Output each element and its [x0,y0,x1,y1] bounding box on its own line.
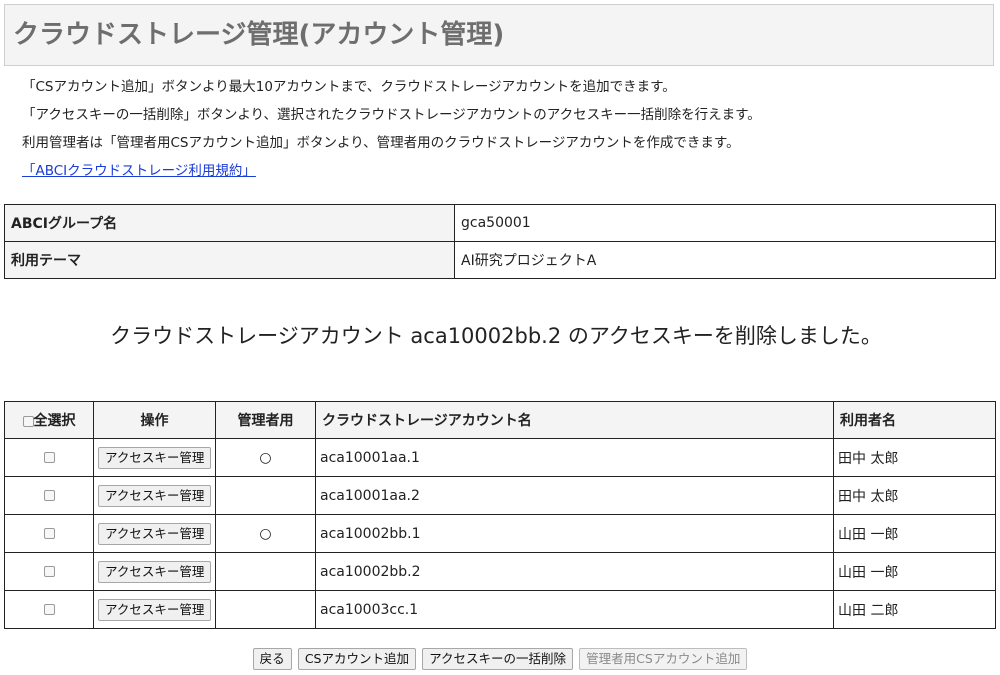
status-message: クラウドストレージアカウント aca10002bb.2 のアクセスキーを削除しま… [110,324,882,348]
intro-line-2: 「アクセスキーの一括削除」ボタンより、選択されたクラウドストレージアカウントのア… [22,107,761,123]
admin-flag: ○ [215,514,316,553]
account-header: クラウドストレージアカウント名 [315,401,834,439]
select-all-label: 全選択 [33,413,76,429]
table-row: アクセスキー管理 aca10003cc.1 山田 二郎 [4,590,996,629]
access-key-manage-button[interactable]: アクセスキー管理 [98,560,212,583]
user-name: 山田 一郎 [833,514,996,553]
group-info-table: ABCIグループ名 gca50001 利用テーマ AI研究プロジェクトA [4,204,996,279]
table-header-row: 全選択 操作 管理者用 クラウドストレージアカウント名 利用者名 [4,401,996,439]
row-checkbox[interactable] [43,566,55,577]
table-row: アクセスキー管理 aca10001aa.2 田中 太郎 [4,476,996,515]
account-name: aca10001aa.1 [315,438,834,477]
account-name: aca10002bb.2 [315,552,834,591]
footer-actions: 戻る CSアカウント追加 アクセスキーの一括削除 管理者用CSアカウント追加 [0,648,1000,670]
add-cs-account-button[interactable]: CSアカウント追加 [297,648,416,670]
accounts-table: 全選択 操作 管理者用 クラウドストレージアカウント名 利用者名 アクセスキー管… [4,401,996,629]
account-name: aca10002bb.1 [315,514,834,553]
table-row: アクセスキー管理 ○ aca10001aa.1 田中 太郎 [4,438,996,477]
user-name: 山田 二郎 [833,590,996,629]
theme-row: 利用テーマ AI研究プロジェクトA [4,241,996,279]
row-checkbox[interactable] [43,490,55,501]
page-title: クラウドストレージ管理(アカウント管理) [13,20,505,50]
access-key-manage-button[interactable]: アクセスキー管理 [98,446,212,469]
account-name: aca10003cc.1 [315,590,834,629]
user-header: 利用者名 [833,401,996,439]
terms-link[interactable]: 「ABCIクラウドストレージ利用規約」 [22,163,256,179]
table-row: アクセスキー管理 ○ aca10002bb.1 山田 一郎 [4,514,996,553]
admin-header: 管理者用 [215,401,316,439]
intro-line-1: 「CSアカウント追加」ボタンより最大10アカウントまで、クラウドストレージアカウ… [22,79,676,95]
row-checkbox[interactable] [43,528,55,539]
theme-label: 利用テーマ [4,241,455,279]
select-all-checkbox[interactable] [22,415,34,427]
add-admin-cs-account-button[interactable]: 管理者用CSアカウント追加 [579,648,748,670]
access-key-manage-button[interactable]: アクセスキー管理 [98,598,212,621]
page-header: クラウドストレージ管理(アカウント管理) [4,4,994,66]
user-name: 山田 一郎 [833,552,996,591]
group-label: ABCIグループ名 [4,204,455,242]
intro-text: 「CSアカウント追加」ボタンより最大10アカウントまで、クラウドストレージアカウ… [22,77,982,189]
theme-value: AI研究プロジェクトA [454,241,996,279]
admin-flag [215,590,316,629]
access-key-manage-button[interactable]: アクセスキー管理 [98,484,212,507]
user-name: 田中 太郎 [833,476,996,515]
back-button[interactable]: 戻る [252,648,292,670]
select-all-header: 全選択 [4,401,94,439]
access-key-manage-button[interactable]: アクセスキー管理 [98,522,212,545]
account-name: aca10001aa.2 [315,476,834,515]
admin-flag [215,476,316,515]
group-row: ABCIグループ名 gca50001 [4,204,996,242]
table-row: アクセスキー管理 aca10002bb.2 山田 一郎 [4,552,996,591]
admin-flag [215,552,316,591]
bulk-delete-access-keys-button[interactable]: アクセスキーの一括削除 [422,648,574,670]
row-checkbox[interactable] [43,452,55,463]
user-name: 田中 太郎 [833,438,996,477]
row-checkbox[interactable] [43,604,55,615]
intro-line-3: 利用管理者は「管理者用CSアカウント追加」ボタンより、管理者用のクラウドストレー… [22,135,740,151]
group-value: gca50001 [454,204,996,242]
operation-header: 操作 [93,401,216,439]
admin-flag: ○ [215,438,316,477]
